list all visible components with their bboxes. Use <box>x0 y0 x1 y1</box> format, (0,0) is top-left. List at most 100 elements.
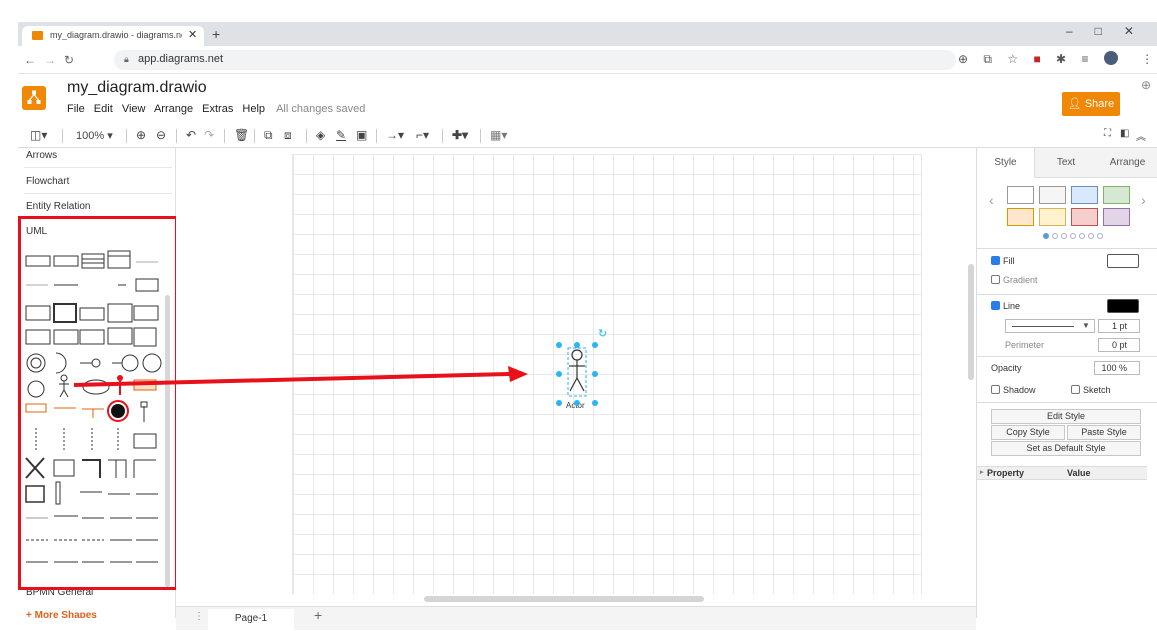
perimeter-input[interactable]: 0 pt <box>1098 338 1140 352</box>
menu-file[interactable]: File <box>67 103 85 115</box>
swatch-page-dot[interactable] <box>1088 233 1094 239</box>
style-swatch[interactable] <box>1039 208 1066 226</box>
resize-handle[interactable] <box>556 342 562 348</box>
back-arrow-icon[interactable]: ← <box>24 53 36 67</box>
resize-handle[interactable] <box>592 342 598 348</box>
browser-tab[interactable]: my_diagram.drawio - diagrams.net ✕ <box>22 26 204 46</box>
edit-style-button[interactable]: Edit Style <box>991 409 1141 424</box>
swatch-page-dot[interactable] <box>1052 233 1058 239</box>
line-width-input[interactable]: 1 pt <box>1098 319 1140 333</box>
style-swatch[interactable] <box>1103 186 1130 204</box>
fill-checkbox[interactable]: Fill <box>991 256 1015 266</box>
share-page-icon[interactable]: ⧉ <box>983 52 992 67</box>
sketch-checkbox[interactable]: Sketch <box>1071 385 1111 395</box>
style-swatch[interactable] <box>1007 208 1034 226</box>
menu-help[interactable]: Help <box>242 103 265 115</box>
resize-handle[interactable] <box>556 400 562 406</box>
zoom-out-icon[interactable]: ⊖ <box>156 128 166 142</box>
category-divider <box>24 193 172 194</box>
collapse-icon[interactable]: ︽ <box>1136 128 1146 143</box>
to-front-icon[interactable]: ⧉ <box>264 128 273 143</box>
swatch-prev-icon[interactable]: ‹ <box>989 192 994 208</box>
copy-style-button[interactable]: Copy Style <box>991 425 1065 440</box>
resize-handle[interactable] <box>574 400 580 406</box>
profile-avatar-icon[interactable] <box>1103 51 1118 65</box>
shadow-icon[interactable]: ▣ <box>356 128 367 142</box>
tab-text[interactable]: Text <box>1035 148 1097 178</box>
style-swatch[interactable] <box>1039 186 1066 204</box>
address-bar[interactable]: 🔒︎ app.diagrams.net <box>114 50 956 70</box>
style-swatch[interactable] <box>1071 208 1098 226</box>
shadow-checkbox[interactable]: Shadow <box>991 385 1036 395</box>
new-tab-button[interactable]: + <box>212 26 220 42</box>
bookmark-star-icon[interactable]: ☆ <box>1007 52 1018 66</box>
style-swatch[interactable] <box>1007 186 1034 204</box>
category-arrows[interactable]: Arrows <box>26 150 57 161</box>
resize-handle[interactable] <box>574 342 580 348</box>
line-color-picker[interactable] <box>1107 299 1139 313</box>
insert-plus-icon[interactable]: ✚▾ <box>452 128 468 142</box>
fill-color-picker[interactable] <box>1107 254 1139 268</box>
tab-close-icon[interactable]: ✕ <box>188 28 197 41</box>
language-globe-icon[interactable]: ⊕ <box>1141 78 1151 92</box>
line-color-icon[interactable]: ✎ <box>336 128 346 142</box>
forward-arrow-icon[interactable]: → <box>44 53 56 67</box>
gradient-checkbox[interactable]: Gradient <box>991 275 1038 285</box>
resize-handle[interactable] <box>592 371 598 377</box>
format-panel-toggle-icon[interactable]: ◧ <box>1120 128 1129 139</box>
fill-color-icon[interactable]: ◈ <box>316 128 325 142</box>
redo-icon[interactable]: ↷ <box>204 128 214 142</box>
tab-arrange[interactable]: Arrange <box>1097 148 1157 178</box>
paste-style-button[interactable]: Paste Style <box>1067 425 1141 440</box>
fullscreen-icon[interactable]: ⛶ <box>1104 128 1111 139</box>
zoom-in-icon[interactable]: ⊕ <box>136 128 146 142</box>
swatch-page-dot[interactable] <box>1043 233 1049 239</box>
tab-style[interactable]: Style <box>977 148 1035 178</box>
opacity-input[interactable]: 100 % <box>1094 361 1140 375</box>
delete-icon[interactable]: 🗑︎ <box>234 128 249 142</box>
resize-handle[interactable] <box>592 400 598 406</box>
actor-shape[interactable] <box>558 346 596 402</box>
category-flowchart[interactable]: Flowchart <box>26 176 69 187</box>
set-default-style-button[interactable]: Set as Default Style <box>991 441 1141 456</box>
add-page-button[interactable]: + <box>314 607 322 623</box>
swatch-page-dot[interactable] <box>1079 233 1085 239</box>
line-checkbox[interactable]: Line <box>991 301 1020 311</box>
menu-arrange[interactable]: Arrange <box>154 103 193 115</box>
browser-menu-icon[interactable]: ⋮ <box>1141 52 1153 66</box>
style-swatch[interactable] <box>1071 186 1098 204</box>
table-icon[interactable]: ▦▾ <box>490 128 507 142</box>
page-menu-icon[interactable]: ⋮ <box>194 611 204 622</box>
canvas-vertical-scrollbar[interactable] <box>968 264 974 380</box>
category-entity-relation[interactable]: Entity Relation <box>26 201 90 212</box>
swatch-page-dot[interactable] <box>1097 233 1103 239</box>
connection-style-icon[interactable]: →▾ <box>386 128 404 142</box>
share-button[interactable]: 👤︎ Share <box>1062 92 1120 116</box>
target-icon[interactable]: ⊕ <box>958 52 968 66</box>
extensions-puzzle-icon[interactable]: ✱ <box>1056 52 1066 66</box>
document-title[interactable]: my_diagram.drawio <box>67 79 207 97</box>
menu-view[interactable]: View <box>122 103 146 115</box>
menu-extras[interactable]: Extras <box>202 103 233 115</box>
line-pattern-select[interactable]: ▼ <box>1005 319 1095 333</box>
page-tab[interactable]: Page-1 <box>208 609 294 631</box>
style-swatch[interactable] <box>1103 208 1130 226</box>
zoom-level[interactable]: 100% ▾ <box>76 129 113 142</box>
window-controls[interactable]: –□✕ <box>1066 24 1156 38</box>
expand-triangle-icon[interactable]: ▸ <box>980 468 984 476</box>
reading-list-icon[interactable]: ≡ <box>1081 52 1088 66</box>
undo-icon[interactable]: ↶ <box>186 128 196 142</box>
pdf-extension-icon[interactable]: ■ <box>1033 52 1040 66</box>
view-panels-icon[interactable]: ◫▾ <box>30 128 47 142</box>
to-back-icon[interactable]: ⧈ <box>284 128 292 143</box>
menu-edit[interactable]: Edit <box>94 103 113 115</box>
rotate-handle-icon[interactable]: ↻ <box>598 327 607 340</box>
waypoints-icon[interactable]: ⌐▾ <box>416 128 429 142</box>
swatch-page-dot[interactable] <box>1061 233 1067 239</box>
swatch-next-icon[interactable]: › <box>1141 192 1146 208</box>
more-shapes-button[interactable]: + More Shapes <box>26 610 97 618</box>
reload-icon[interactable]: ↻ <box>64 53 74 67</box>
resize-handle[interactable] <box>556 371 562 377</box>
swatch-page-dot[interactable] <box>1070 233 1076 239</box>
canvas-horizontal-scrollbar[interactable] <box>424 596 704 602</box>
